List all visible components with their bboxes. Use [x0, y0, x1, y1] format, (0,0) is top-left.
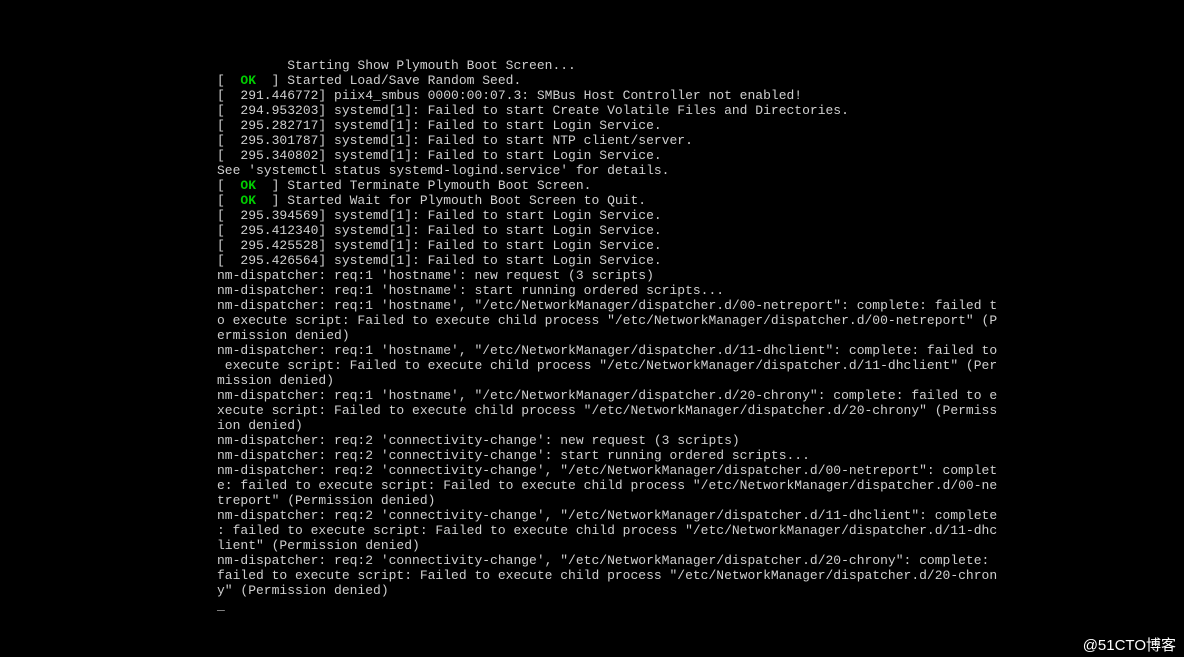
console-line: [ 295.412340] systemd[1]: Failed to star…: [217, 223, 1184, 238]
boot-console: Starting Show Plymouth Boot Screen...[ O…: [0, 0, 1184, 613]
console-line: failed to execute script: Failed to exec…: [217, 568, 1184, 583]
console-line: e: failed to execute script: Failed to e…: [217, 478, 1184, 493]
console-line: [ 295.282717] systemd[1]: Failed to star…: [217, 118, 1184, 133]
console-line: [ 295.301787] systemd[1]: Failed to star…: [217, 133, 1184, 148]
status-prefix: [: [217, 193, 240, 208]
console-line: [ OK ] Started Load/Save Random Seed.: [217, 73, 1184, 88]
cursor-line: _: [217, 598, 1184, 613]
console-line: [ 295.394569] systemd[1]: Failed to star…: [217, 208, 1184, 223]
console-line: xecute script: Failed to execute child p…: [217, 403, 1184, 418]
cursor: _: [217, 598, 225, 613]
console-line: nm-dispatcher: req:2 'connectivity-chang…: [217, 463, 1184, 478]
console-line: [ 294.953203] systemd[1]: Failed to star…: [217, 103, 1184, 118]
console-line: nm-dispatcher: req:1 'hostname', "/etc/N…: [217, 298, 1184, 313]
console-line: o execute script: Failed to execute chil…: [217, 313, 1184, 328]
status-suffix: ] Started Wait for Plymouth Boot Screen …: [256, 193, 646, 208]
console-line: [ OK ] Started Wait for Plymouth Boot Sc…: [217, 193, 1184, 208]
console-line: lient" (Permission denied): [217, 538, 1184, 553]
console-line: [ 295.426564] systemd[1]: Failed to star…: [217, 253, 1184, 268]
console-line: nm-dispatcher: req:2 'connectivity-chang…: [217, 553, 1184, 568]
status-prefix: [: [217, 178, 240, 193]
status-ok: OK: [240, 178, 256, 193]
console-line: nm-dispatcher: req:1 'hostname': new req…: [217, 268, 1184, 283]
status-suffix: ] Started Load/Save Random Seed.: [256, 73, 521, 88]
console-line: ermission denied): [217, 328, 1184, 343]
status-prefix: [: [217, 73, 240, 88]
console-line: nm-dispatcher: req:1 'hostname', "/etc/N…: [217, 343, 1184, 358]
console-line: [ OK ] Started Terminate Plymouth Boot S…: [217, 178, 1184, 193]
console-line: [ 291.446772] piix4_smbus 0000:00:07.3: …: [217, 88, 1184, 103]
console-line: nm-dispatcher: req:1 'hostname', "/etc/N…: [217, 388, 1184, 403]
console-line: nm-dispatcher: req:2 'connectivity-chang…: [217, 508, 1184, 523]
status-ok: OK: [240, 73, 256, 88]
status-suffix: ] Started Terminate Plymouth Boot Screen…: [256, 178, 591, 193]
console-line: ion denied): [217, 418, 1184, 433]
console-line: See 'systemctl status systemd-logind.ser…: [217, 163, 1184, 178]
console-line: treport" (Permission denied): [217, 493, 1184, 508]
console-line: execute script: Failed to execute child …: [217, 358, 1184, 373]
console-line: nm-dispatcher: req:1 'hostname': start r…: [217, 283, 1184, 298]
console-line: Starting Show Plymouth Boot Screen...: [217, 58, 1184, 73]
console-line: mission denied): [217, 373, 1184, 388]
console-line: nm-dispatcher: req:2 'connectivity-chang…: [217, 448, 1184, 463]
status-ok: OK: [240, 193, 256, 208]
console-line: : failed to execute script: Failed to ex…: [217, 523, 1184, 538]
console-line: [ 295.425528] systemd[1]: Failed to star…: [217, 238, 1184, 253]
console-line: [ 295.340802] systemd[1]: Failed to star…: [217, 148, 1184, 163]
console-line: nm-dispatcher: req:2 'connectivity-chang…: [217, 433, 1184, 448]
watermark: @51CTO博客: [1083, 638, 1176, 653]
console-line: y" (Permission denied): [217, 583, 1184, 598]
